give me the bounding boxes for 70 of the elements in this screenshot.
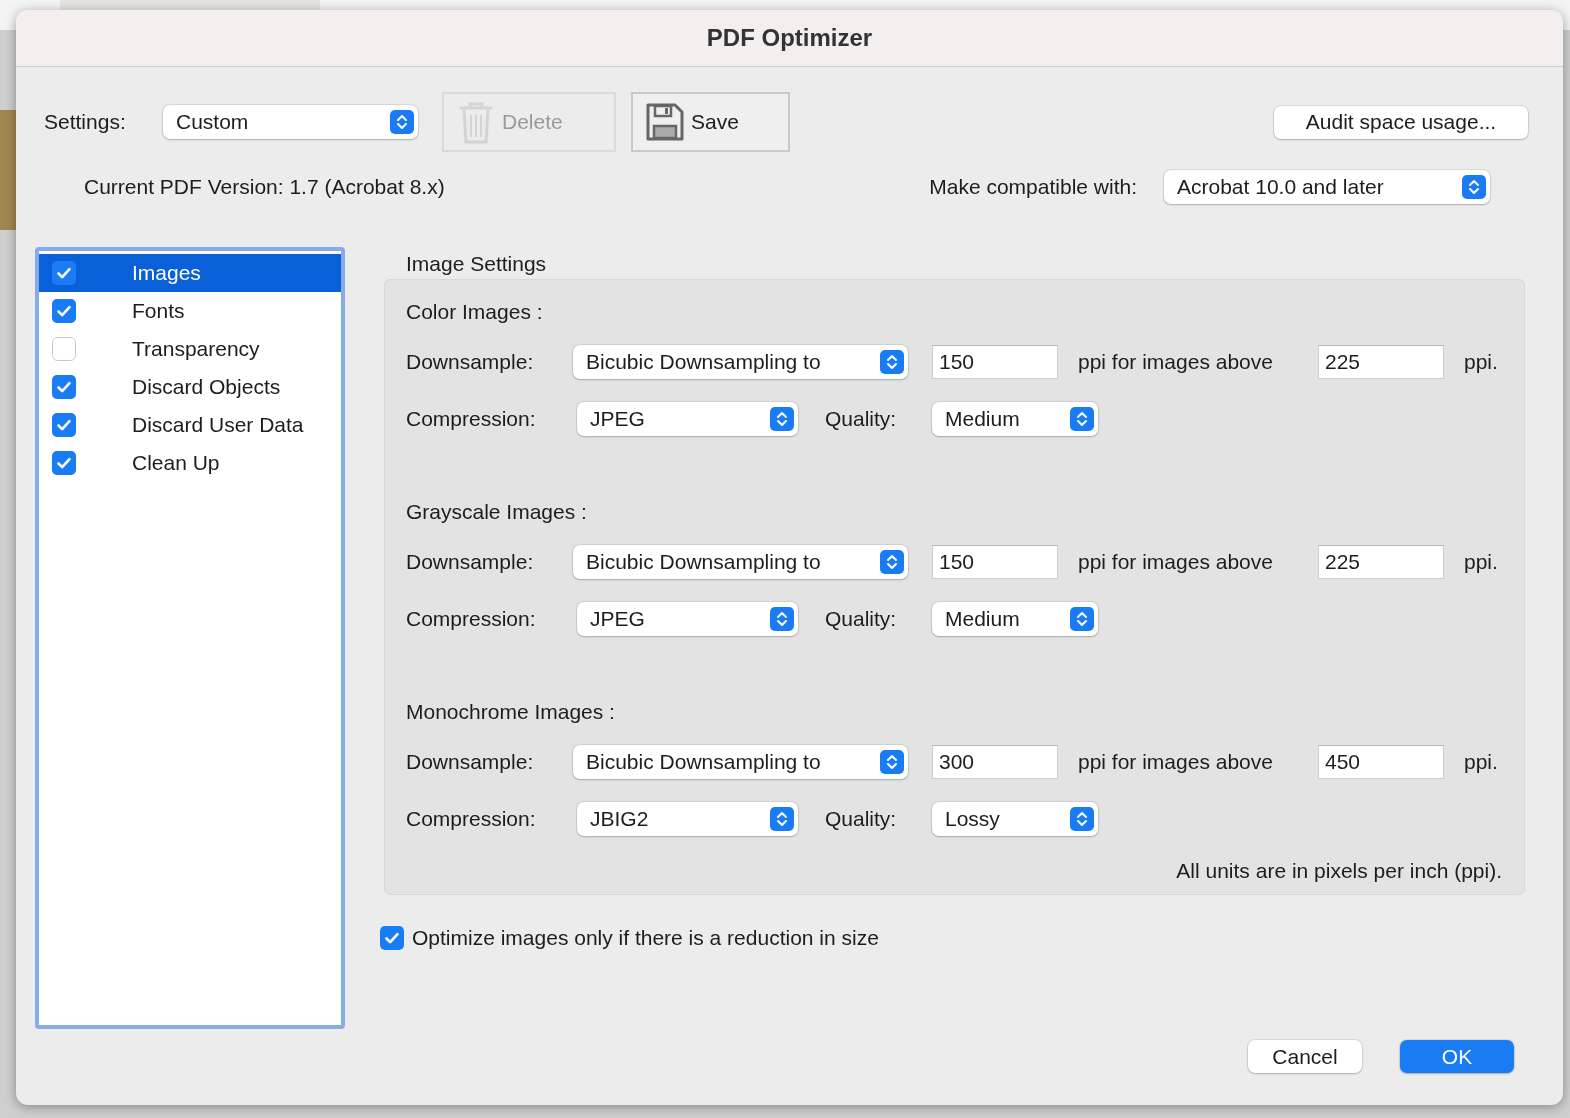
panel-list-item[interactable]: Clean Up	[39, 444, 341, 482]
group-title: Monochrome Images :	[406, 699, 615, 726]
quality-label: Quality:	[825, 806, 898, 833]
stepper-icon	[770, 807, 794, 831]
quality-dropdown[interactable]: Lossy	[932, 802, 1098, 836]
resolution-field[interactable]: 150	[932, 545, 1058, 579]
stepper-icon	[1070, 407, 1094, 431]
stepper-icon	[1070, 607, 1094, 631]
current-version-text: Current PDF Version: 1.7 (Acrobat 8.x)	[84, 174, 445, 201]
checkbox[interactable]	[52, 261, 76, 285]
above-label: ppi for images above	[1078, 749, 1274, 776]
optimize-only-label: Optimize images only if there is a reduction in size	[412, 925, 879, 951]
settings-label: Settings:	[44, 109, 127, 136]
threshold-field[interactable]: 225	[1318, 345, 1444, 379]
audit-space-usage-button[interactable]: Audit space usage...	[1274, 105, 1528, 139]
checkbox[interactable]	[52, 375, 76, 399]
stepper-icon	[770, 407, 794, 431]
section-title: Image Settings	[406, 251, 547, 278]
stepper-icon	[770, 607, 794, 631]
stepper-icon	[1070, 807, 1094, 831]
resolution-field[interactable]: 300	[932, 745, 1058, 779]
dialog-button[interactable]: OK	[1400, 1040, 1514, 1073]
quality-dropdown[interactable]: Medium	[932, 602, 1098, 636]
compatibility-label: Make compatible with:	[929, 174, 1137, 201]
panel-list-item[interactable]: Images	[39, 254, 341, 292]
downsample-dropdown[interactable]: Bicubic Downsampling to	[573, 545, 908, 579]
downsample-label: Downsample:	[406, 549, 535, 576]
checkbox[interactable]	[380, 925, 404, 950]
checkbox[interactable]	[52, 413, 76, 437]
downsample-label: Downsample:	[406, 749, 535, 776]
checkbox[interactable]	[52, 451, 76, 475]
compression-label: Compression:	[406, 606, 537, 633]
save-button[interactable]: Save	[631, 92, 790, 152]
panel-list-item[interactable]: Discard Objects	[39, 368, 341, 406]
stepper-icon	[880, 350, 904, 374]
panel-list-item[interactable]: Fonts	[39, 292, 341, 330]
unit-label: ppi.	[1464, 349, 1498, 376]
dialog-button[interactable]: Cancel	[1248, 1040, 1362, 1073]
panel-list-item[interactable]: Discard User Data	[39, 406, 341, 444]
panel-list-item[interactable]: Transparency	[39, 330, 341, 368]
resolution-field[interactable]: 150	[932, 345, 1058, 379]
compression-label: Compression:	[406, 806, 537, 833]
stepper-icon	[390, 110, 414, 134]
window-title: PDF Optimizer	[706, 23, 873, 53]
stepper-icon	[1462, 175, 1486, 199]
downsample-dropdown[interactable]: Bicubic Downsampling to	[573, 745, 908, 779]
quality-label: Quality:	[825, 406, 898, 433]
threshold-field[interactable]: 225	[1318, 545, 1444, 579]
checkbox[interactable]	[52, 299, 76, 323]
above-label: ppi for images above	[1078, 549, 1274, 576]
compression-dropdown[interactable]: JBIG2	[577, 802, 798, 836]
quality-dropdown[interactable]: Medium	[932, 402, 1098, 436]
above-label: ppi for images above	[1078, 349, 1274, 376]
stepper-icon	[880, 750, 904, 774]
unit-label: ppi.	[1464, 749, 1498, 776]
compression-dropdown[interactable]: JPEG	[577, 402, 798, 436]
checkbox[interactable]	[52, 337, 76, 361]
stepper-icon	[880, 550, 904, 574]
compatibility-dropdown[interactable]: Acrobat 10.0 and later	[1164, 170, 1490, 204]
group-title: Grayscale Images :	[406, 499, 587, 526]
group-title: Color Images :	[406, 299, 543, 326]
compression-dropdown[interactable]: JPEG	[577, 602, 798, 636]
quality-label: Quality:	[825, 606, 898, 633]
units-note: All units are in pixels per inch (ppi).	[1176, 858, 1502, 885]
compression-label: Compression:	[406, 406, 537, 433]
downsample-dropdown[interactable]: Bicubic Downsampling to	[573, 345, 908, 379]
unit-label: ppi.	[1464, 549, 1498, 576]
downsample-label: Downsample:	[406, 349, 535, 376]
settings-dropdown[interactable]: Custom	[163, 105, 418, 139]
threshold-field[interactable]: 450	[1318, 745, 1444, 779]
